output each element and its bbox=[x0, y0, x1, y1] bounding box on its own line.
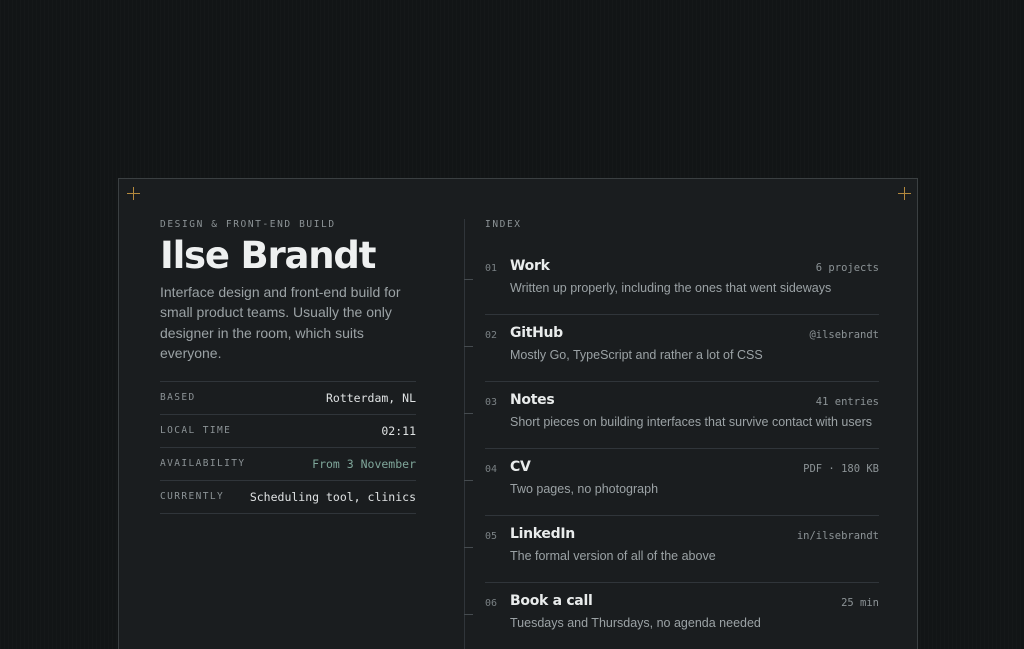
index-item-notes[interactable]: 03 Notes 41 entries Short pieces on buil… bbox=[464, 382, 879, 449]
facts-table: BASED Rotterdam, NL LOCAL TIME 02:11 AVA… bbox=[160, 380, 416, 514]
crosshair-icon bbox=[127, 187, 140, 200]
profile-card: DESIGN & FRONT-END BUILD Ilse Brandt Int… bbox=[118, 178, 918, 649]
index-list: 01 Work 6 projects Written up properly, … bbox=[464, 248, 879, 649]
fact-row-based: BASED Rotterdam, NL bbox=[160, 382, 416, 415]
index-item-cv[interactable]: 04 CV PDF · 180 KB Two pages, no photogr… bbox=[464, 449, 879, 516]
item-meta: 25 min bbox=[841, 597, 879, 609]
index-section: INDEX 01 Work 6 projects Written up prop… bbox=[464, 219, 879, 649]
item-description: The formal version of all of the above bbox=[510, 549, 716, 563]
fact-row-currently: CURRENTLY Scheduling tool, clinics bbox=[160, 481, 416, 514]
item-description: Two pages, no photograph bbox=[510, 482, 659, 496]
index-item-work[interactable]: 01 Work 6 projects Written up properly, … bbox=[464, 248, 879, 315]
item-title: Notes bbox=[510, 392, 555, 408]
item-title: GitHub bbox=[510, 325, 563, 341]
fact-row-availability: AVAILABILITY From 3 November bbox=[160, 448, 416, 481]
index-item-linkedin[interactable]: 05 LinkedIn in/ilsebrandt The formal ver… bbox=[464, 516, 879, 583]
tick-mark bbox=[464, 614, 473, 615]
index-item-github[interactable]: 02 GitHub @ilsebrandt Mostly Go, TypeScr… bbox=[464, 315, 879, 382]
item-meta: 6 projects bbox=[815, 262, 879, 274]
profile-section: DESIGN & FRONT-END BUILD Ilse Brandt Int… bbox=[160, 219, 416, 514]
crosshair-icon bbox=[898, 187, 911, 200]
index-label: INDEX bbox=[485, 219, 522, 230]
fact-value: 02:11 bbox=[381, 423, 416, 438]
role-kicker: DESIGN & FRONT-END BUILD bbox=[160, 219, 336, 230]
tick-mark bbox=[464, 413, 473, 414]
item-number: 03 bbox=[485, 397, 498, 408]
fact-value: Rotterdam, NL bbox=[325, 390, 416, 405]
tick-mark bbox=[464, 346, 473, 347]
item-number: 01 bbox=[485, 263, 498, 274]
fact-label: AVAILABILITY bbox=[160, 458, 246, 470]
item-title: LinkedIn bbox=[510, 526, 575, 542]
item-description: Short pieces on building interfaces that… bbox=[510, 415, 872, 429]
item-title: Book a call bbox=[510, 593, 593, 609]
item-meta: 41 entries bbox=[815, 396, 879, 408]
item-description: Tuesdays and Thursdays, no agenda needed bbox=[510, 616, 761, 630]
profile-name: Ilse Brandt bbox=[160, 234, 376, 277]
item-number: 02 bbox=[485, 330, 498, 341]
fact-label: BASED bbox=[160, 392, 196, 404]
item-number: 06 bbox=[485, 598, 498, 609]
fact-value: Scheduling tool, clinics bbox=[249, 489, 416, 504]
item-meta: in/ilsebrandt bbox=[796, 530, 879, 542]
tick-mark bbox=[464, 279, 473, 280]
tick-mark bbox=[464, 547, 473, 548]
fact-label: CURRENTLY bbox=[160, 491, 225, 503]
item-number: 04 bbox=[485, 464, 498, 475]
item-meta: PDF · 180 KB bbox=[803, 463, 879, 475]
item-description: Mostly Go, TypeScript and rather a lot o… bbox=[510, 348, 763, 362]
column-divider bbox=[464, 219, 465, 649]
item-number: 05 bbox=[485, 531, 498, 542]
tick-mark bbox=[464, 480, 473, 481]
index-item-book-a-call[interactable]: 06 Book a call 25 min Tuesdays and Thurs… bbox=[464, 583, 879, 649]
item-title: Work bbox=[510, 258, 550, 274]
fact-value: From 3 November bbox=[312, 456, 416, 471]
fact-row-local-time: LOCAL TIME 02:11 bbox=[160, 415, 416, 448]
profile-bio: Interface design and front-end build for… bbox=[160, 283, 401, 362]
item-meta: @ilsebrandt bbox=[809, 329, 879, 341]
item-title: CV bbox=[510, 459, 531, 475]
fact-label: LOCAL TIME bbox=[160, 425, 232, 437]
item-description: Written up properly, including the ones … bbox=[510, 281, 832, 295]
